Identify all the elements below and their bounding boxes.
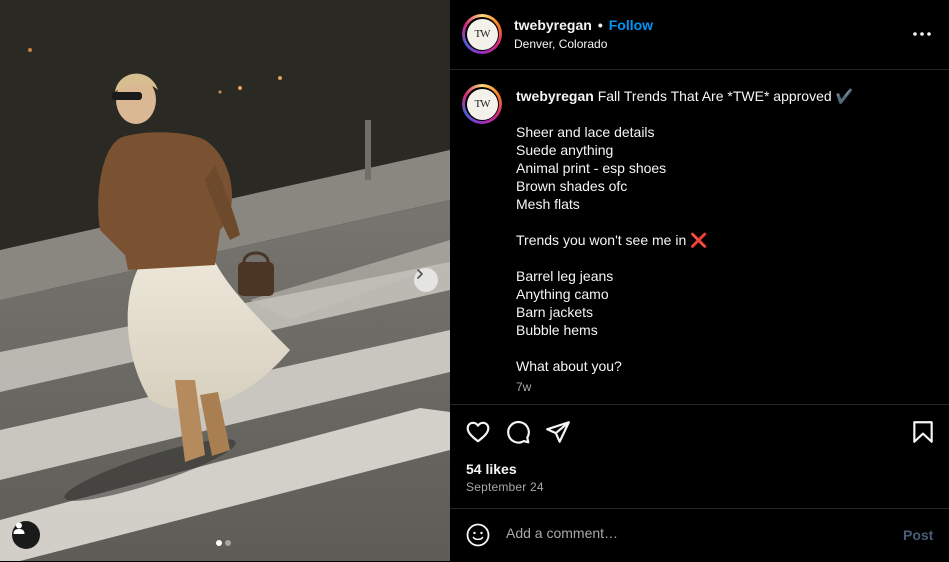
post-comment-button[interactable]: Post [903,527,933,543]
comment-icon[interactable] [505,419,531,445]
avatar-monogram: TW [466,18,498,50]
chevron-right-icon [417,269,423,279]
author-avatar[interactable]: TW [462,14,502,54]
caption-text: twebyregan Fall Trends That Are *TWE* ap… [516,87,926,375]
post-media[interactable] [0,0,450,561]
separator-dot: • [597,17,603,33]
caption-title: Fall Trends That Are *TWE* approved ✔️ [597,88,853,104]
avatar-monogram: TW [466,88,498,120]
likes-count[interactable]: 54 likes [466,461,517,477]
emoji-icon[interactable] [466,523,490,547]
author-username[interactable]: twebyregan [514,17,592,33]
caption-author-avatar[interactable]: TW [462,84,502,124]
post-date: September 24 [466,480,544,494]
heart-icon[interactable] [465,419,491,445]
post-details-panel: TW twebyregan • Follow Denver, Colorado TW… [450,0,949,561]
carousel-indicator [216,540,231,546]
bookmark-icon[interactable] [910,419,936,445]
comment-input[interactable] [506,525,886,541]
caption-section: TW twebyregan Fall Trends That Are *TWE*… [450,70,949,404]
carousel-dot [225,540,231,546]
post-photo [0,0,450,561]
post-actions: 54 likes September 24 [450,404,949,509]
share-icon[interactable] [545,419,571,445]
follow-button[interactable]: Follow [609,17,653,33]
next-slide-button[interactable] [414,268,438,292]
caption-body: Sheer and lace details Suede anything An… [516,124,708,374]
post-header: TW twebyregan • Follow Denver, Colorado [450,0,949,70]
more-options-icon[interactable] [912,24,932,44]
post-location[interactable]: Denver, Colorado [514,37,607,51]
author-line: twebyregan • Follow [514,17,653,33]
caption-username[interactable]: twebyregan [516,88,594,104]
comment-bar: Post [450,508,949,562]
carousel-dot-active [216,540,222,546]
tagged-users-button[interactable] [12,521,40,549]
post-age[interactable]: 7w [516,380,531,394]
user-tag-icon [13,522,25,534]
